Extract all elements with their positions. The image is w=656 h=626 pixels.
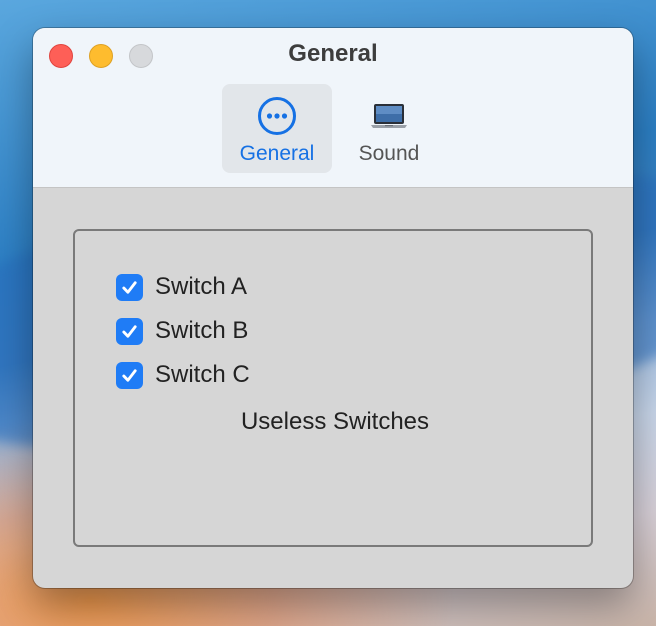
checkmark-icon bbox=[122, 324, 137, 338]
tab-general-label: General bbox=[239, 142, 315, 165]
tab-sound-label: Sound bbox=[358, 142, 420, 165]
tab-sound[interactable]: Sound bbox=[334, 84, 444, 173]
switch-c-label: Switch C bbox=[155, 361, 250, 388]
group-caption: Useless Switches bbox=[240, 408, 430, 435]
switches-group-box: Switch A Switch B Switch C Useless Switc… bbox=[73, 229, 593, 547]
switch-a-checkbox[interactable] bbox=[116, 273, 143, 301]
ellipsis-circle-icon bbox=[258, 97, 296, 135]
switch-b-label: Switch B bbox=[155, 317, 249, 344]
checkmark-icon bbox=[122, 368, 137, 382]
switch-a-row[interactable]: Switch A bbox=[116, 272, 247, 302]
window-title: General bbox=[288, 40, 378, 67]
switch-b-checkbox[interactable] bbox=[116, 317, 143, 345]
laptop-icon bbox=[371, 104, 407, 128]
switch-c-row[interactable]: Switch C bbox=[116, 360, 250, 390]
checkmark-icon bbox=[122, 280, 137, 294]
switch-c-checkbox[interactable] bbox=[116, 361, 143, 389]
window-toolbar: General General Sound bbox=[33, 28, 633, 188]
preferences-window: General General Sound Switch A Switch B … bbox=[33, 28, 633, 588]
tab-general[interactable]: General bbox=[222, 84, 332, 173]
switch-b-row[interactable]: Switch B bbox=[116, 316, 248, 346]
switch-a-label: Switch A bbox=[155, 273, 248, 300]
